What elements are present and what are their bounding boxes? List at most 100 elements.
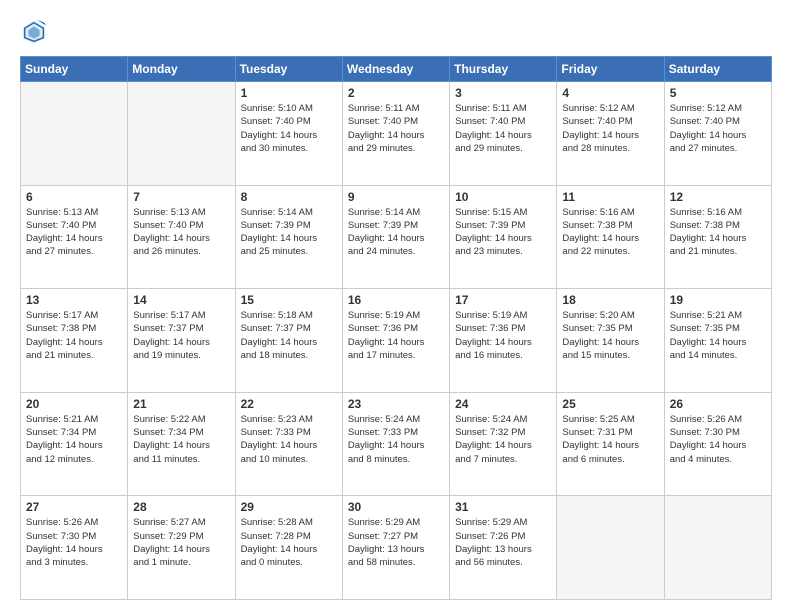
day-number: 4 [562,86,658,100]
day-number: 23 [348,397,444,411]
calendar-week-row: 27 Sunrise: 5:26 AM Sunset: 7:30 PM Dayli… [21,496,772,600]
logo-icon [20,18,48,46]
weekday-header: Sunday [21,57,128,82]
day-info: Sunrise: 5:12 AM Sunset: 7:40 PM Dayligh… [670,102,766,155]
calendar-day-cell: 3Sunrise: 5:11 AM Sunset: 7:40 PM Daylig… [450,82,557,186]
calendar-day-cell: 10 Sunrise: 5:15 AM Sunset: 7:39 PM Dayli… [450,185,557,289]
calendar-day-cell: 14 Sunrise: 5:17 AM Sunset: 7:37 PM Dayli… [128,289,235,393]
day-info: Sunrise: 5:13 AM Sunset: 7:40 PM Dayligh… [133,206,229,259]
day-number: 13 [26,293,122,307]
day-number: 15 [241,293,337,307]
day-info: Sunrise: 5:20 AM Sunset: 7:35 PM Dayligh… [562,309,658,362]
calendar-table: SundayMondayTuesdayWednesdayThursdayFrid… [20,56,772,600]
calendar-day-cell: 22 Sunrise: 5:23 AM Sunset: 7:33 PM Dayli… [235,392,342,496]
day-info: Sunrise: 5:14 AM Sunset: 7:39 PM Dayligh… [241,206,337,259]
page-header [20,18,772,46]
day-info: Sunrise: 5:24 AM Sunset: 7:32 PM Dayligh… [455,413,551,466]
calendar-day-cell: 5 Sunrise: 5:12 AM Sunset: 7:40 PM Daylig… [664,82,771,186]
day-number: 10 [455,190,551,204]
logo [20,18,52,46]
calendar-header-row: SundayMondayTuesdayWednesdayThursdayFrid… [21,57,772,82]
calendar-day-cell: 4 Sunrise: 5:12 AM Sunset: 7:40 PM Daylig… [557,82,664,186]
day-number: 20 [26,397,122,411]
calendar-day-cell: 23 Sunrise: 5:24 AM Sunset: 7:33 PM Dayli… [342,392,449,496]
calendar-day-cell: 9Sunrise: 5:14 AM Sunset: 7:39 PM Daylig… [342,185,449,289]
day-info: Sunrise: 5:16 AM Sunset: 7:38 PM Dayligh… [670,206,766,259]
weekday-header: Tuesday [235,57,342,82]
day-info: Sunrise: 5:10 AM Sunset: 7:40 PM Dayligh… [241,102,337,155]
day-info: Sunrise: 5:22 AM Sunset: 7:34 PM Dayligh… [133,413,229,466]
day-info: Sunrise: 5:29 AM Sunset: 7:27 PM Dayligh… [348,516,444,569]
calendar-day-cell [21,82,128,186]
day-number: 26 [670,397,766,411]
calendar-day-cell: 25 Sunrise: 5:25 AM Sunset: 7:31 PM Dayli… [557,392,664,496]
day-info: Sunrise: 5:26 AM Sunset: 7:30 PM Dayligh… [26,516,122,569]
day-number: 21 [133,397,229,411]
day-number: 25 [562,397,658,411]
day-info: Sunrise: 5:19 AM Sunset: 7:36 PM Dayligh… [455,309,551,362]
day-info: Sunrise: 5:11 AM Sunset: 7:40 PM Dayligh… [348,102,444,155]
calendar-day-cell: 30 Sunrise: 5:29 AM Sunset: 7:27 PM Dayli… [342,496,449,600]
calendar-day-cell: 12 Sunrise: 5:16 AM Sunset: 7:38 PM Dayli… [664,185,771,289]
day-number: 9 [348,190,444,204]
day-info: Sunrise: 5:13 AM Sunset: 7:40 PM Dayligh… [26,206,122,259]
calendar-day-cell: 29Sunrise: 5:28 AM Sunset: 7:28 PM Dayli… [235,496,342,600]
day-info: Sunrise: 5:24 AM Sunset: 7:33 PM Dayligh… [348,413,444,466]
day-info: Sunrise: 5:15 AM Sunset: 7:39 PM Dayligh… [455,206,551,259]
day-info: Sunrise: 5:29 AM Sunset: 7:26 PM Dayligh… [455,516,551,569]
day-info: Sunrise: 5:27 AM Sunset: 7:29 PM Dayligh… [133,516,229,569]
calendar-day-cell: 13 Sunrise: 5:17 AM Sunset: 7:38 PM Dayli… [21,289,128,393]
day-info: Sunrise: 5:12 AM Sunset: 7:40 PM Dayligh… [562,102,658,155]
calendar-day-cell: 24Sunrise: 5:24 AM Sunset: 7:32 PM Dayli… [450,392,557,496]
day-info: Sunrise: 5:25 AM Sunset: 7:31 PM Dayligh… [562,413,658,466]
day-number: 30 [348,500,444,514]
calendar-day-cell: 19 Sunrise: 5:21 AM Sunset: 7:35 PM Dayli… [664,289,771,393]
day-number: 6 [26,190,122,204]
calendar-day-cell: 18 Sunrise: 5:20 AM Sunset: 7:35 PM Dayli… [557,289,664,393]
day-number: 1 [241,86,337,100]
calendar-day-cell: 16 Sunrise: 5:19 AM Sunset: 7:36 PM Dayli… [342,289,449,393]
calendar-day-cell: 2 Sunrise: 5:11 AM Sunset: 7:40 PM Daylig… [342,82,449,186]
weekday-header: Thursday [450,57,557,82]
calendar-day-cell: 28 Sunrise: 5:27 AM Sunset: 7:29 PM Dayli… [128,496,235,600]
day-info: Sunrise: 5:21 AM Sunset: 7:35 PM Dayligh… [670,309,766,362]
calendar-day-cell: 20 Sunrise: 5:21 AM Sunset: 7:34 PM Dayli… [21,392,128,496]
day-info: Sunrise: 5:26 AM Sunset: 7:30 PM Dayligh… [670,413,766,466]
calendar-week-row: 20 Sunrise: 5:21 AM Sunset: 7:34 PM Dayli… [21,392,772,496]
day-number: 22 [241,397,337,411]
calendar-day-cell [128,82,235,186]
day-info: Sunrise: 5:17 AM Sunset: 7:37 PM Dayligh… [133,309,229,362]
day-number: 19 [670,293,766,307]
calendar-day-cell: 1 Sunrise: 5:10 AM Sunset: 7:40 PM Daylig… [235,82,342,186]
calendar-week-row: 1 Sunrise: 5:10 AM Sunset: 7:40 PM Daylig… [21,82,772,186]
day-info: Sunrise: 5:21 AM Sunset: 7:34 PM Dayligh… [26,413,122,466]
day-number: 14 [133,293,229,307]
day-info: Sunrise: 5:11 AM Sunset: 7:40 PM Dayligh… [455,102,551,155]
calendar-week-row: 6 Sunrise: 5:13 AM Sunset: 7:40 PM Daylig… [21,185,772,289]
day-number: 18 [562,293,658,307]
calendar-day-cell: 27 Sunrise: 5:26 AM Sunset: 7:30 PM Dayli… [21,496,128,600]
calendar-day-cell: 17Sunrise: 5:19 AM Sunset: 7:36 PM Dayli… [450,289,557,393]
day-info: Sunrise: 5:17 AM Sunset: 7:38 PM Dayligh… [26,309,122,362]
day-number: 8 [241,190,337,204]
day-number: 2 [348,86,444,100]
calendar-day-cell: 31Sunrise: 5:29 AM Sunset: 7:26 PM Dayli… [450,496,557,600]
calendar-day-cell: 8 Sunrise: 5:14 AM Sunset: 7:39 PM Daylig… [235,185,342,289]
day-number: 5 [670,86,766,100]
day-info: Sunrise: 5:23 AM Sunset: 7:33 PM Dayligh… [241,413,337,466]
day-number: 29 [241,500,337,514]
day-number: 12 [670,190,766,204]
day-info: Sunrise: 5:18 AM Sunset: 7:37 PM Dayligh… [241,309,337,362]
day-number: 11 [562,190,658,204]
day-number: 7 [133,190,229,204]
weekday-header: Friday [557,57,664,82]
calendar-day-cell: 21 Sunrise: 5:22 AM Sunset: 7:34 PM Dayli… [128,392,235,496]
day-number: 28 [133,500,229,514]
weekday-header: Saturday [664,57,771,82]
calendar-day-cell [664,496,771,600]
day-number: 27 [26,500,122,514]
day-info: Sunrise: 5:19 AM Sunset: 7:36 PM Dayligh… [348,309,444,362]
day-number: 16 [348,293,444,307]
day-info: Sunrise: 5:16 AM Sunset: 7:38 PM Dayligh… [562,206,658,259]
calendar-day-cell: 7 Sunrise: 5:13 AM Sunset: 7:40 PM Daylig… [128,185,235,289]
